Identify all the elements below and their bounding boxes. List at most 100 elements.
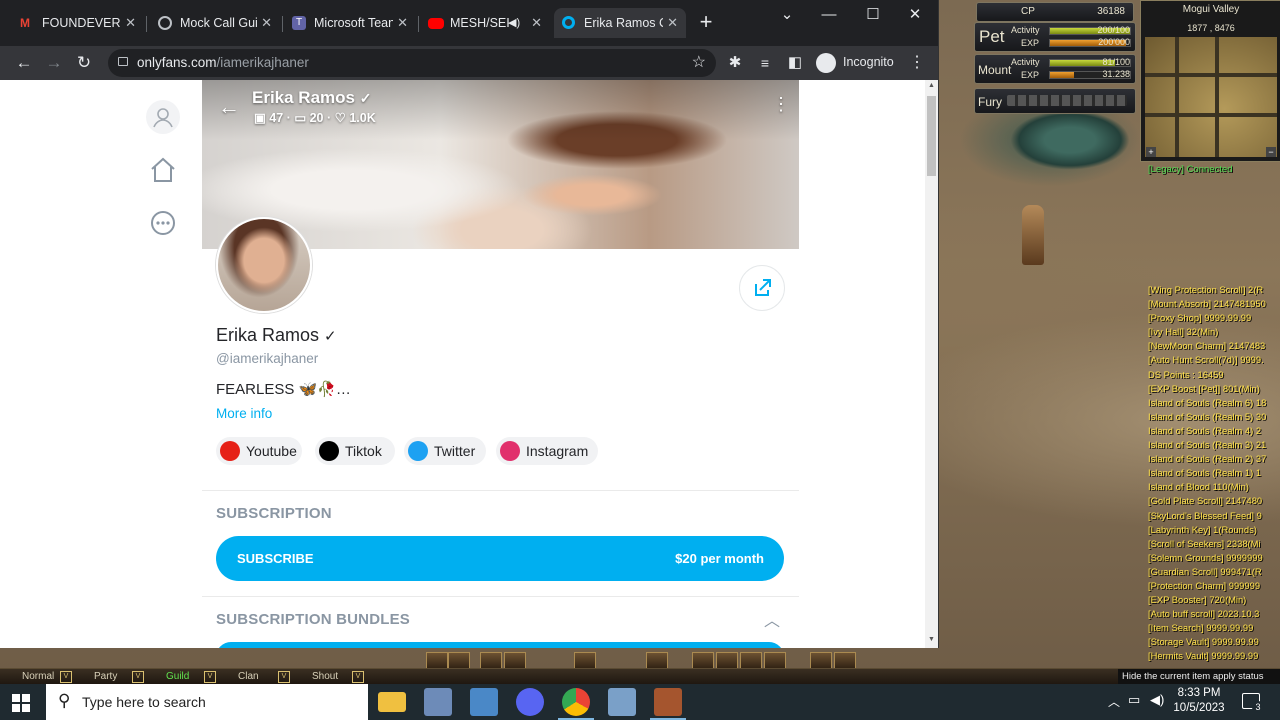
pet-panel[interactable]: Pet Activity EXP 200/100 200'000 <box>974 22 1136 52</box>
chat-tab-clan-label: Clan <box>238 671 259 682</box>
app-icon[interactable] <box>424 688 452 716</box>
dropdown-icon[interactable]: V <box>278 671 290 683</box>
close-icon[interactable]: ✕ <box>393 8 408 38</box>
side-panel-icon[interactable]: ◧ <box>784 52 806 74</box>
chrome-icon[interactable] <box>562 688 590 716</box>
chat-tab-normal[interactable]: Normal V <box>0 671 74 683</box>
media-controls-icon[interactable]: ≡ <box>754 52 776 74</box>
app-icon[interactable] <box>470 688 498 716</box>
scroll-down-icon[interactable]: ▼ <box>928 636 935 643</box>
tab-label: Erika Ramos C <box>584 16 669 30</box>
search-icon: ⚲ <box>58 691 71 710</box>
url-text[interactable]: onlyfans.com/iamerikajhaner <box>137 49 309 77</box>
game-icon[interactable] <box>654 688 682 716</box>
log-line: [EXP Boost [Pet]] 801(Min) <box>1148 382 1260 394</box>
profile-handle[interactable]: @iamerikajhaner <box>216 351 318 366</box>
lock-icon[interactable] <box>118 57 128 66</box>
speaker-icon[interactable]: ◀) <box>508 8 520 38</box>
cp-label: CP <box>1021 6 1035 17</box>
chat-tab-clan[interactable]: Clan V <box>216 671 292 683</box>
social-instagram[interactable]: Instagram <box>496 437 598 465</box>
bundle-button[interactable] <box>216 642 784 648</box>
volume-icon[interactable]: ◀) <box>1150 692 1164 708</box>
photos-icon: ▣ <box>254 111 266 125</box>
tab-mock-call[interactable]: Mock Call Gui ✕ <box>150 8 280 38</box>
more-options-icon[interactable] <box>146 206 180 240</box>
tab-label: FOUNDEVER: I <box>42 16 131 30</box>
item-status-log: [Wing Protection Scroll] 2(R [Mount Absor… <box>1148 283 1280 664</box>
bundles-heading[interactable]: SUBSCRIPTION BUNDLES <box>216 611 410 628</box>
taskbar-search[interactable]: ⚲ Type here to search <box>46 684 368 720</box>
start-button[interactable] <box>12 694 30 712</box>
tray-chevron-icon[interactable]: ︿ <box>1108 693 1120 710</box>
tab-erika-ramos[interactable]: Erika Ramos C ✕ <box>554 8 686 38</box>
discord-icon[interactable] <box>516 688 544 716</box>
chat-tab-guild[interactable]: Guild V <box>144 671 218 683</box>
reload-button[interactable]: ↻ <box>73 52 95 74</box>
chat-tab-shout[interactable]: Shout V <box>290 671 366 683</box>
tab-search-icon[interactable]: ⌄ <box>774 6 800 24</box>
social-label: Twitter <box>434 443 476 459</box>
tab-mesh[interactable]: MESH/SEI ◀) ✕ <box>420 8 550 38</box>
tab-teams[interactable]: T Microsoft Tean ✕ <box>284 8 416 38</box>
close-icon[interactable]: ✕ <box>257 8 272 38</box>
verified-icon: ✓ <box>324 328 337 345</box>
back-button[interactable]: ← <box>13 52 35 74</box>
log-line: Island of Souls (Realm 1) 1 <box>1148 467 1262 479</box>
tab-foundever[interactable]: M FOUNDEVER: I ✕ <box>12 8 144 38</box>
social-youtube[interactable]: Youtube <box>216 437 302 465</box>
chat-tab-shout-label: Shout <box>312 671 339 682</box>
dropdown-icon[interactable]: V <box>352 671 364 683</box>
player-character <box>1022 205 1044 265</box>
cover-menu-icon[interactable]: ⋮ <box>772 94 790 115</box>
log-line: [Wing Protection Scroll] 2(R <box>1148 284 1264 295</box>
back-arrow-icon[interactable]: ← <box>218 94 240 120</box>
scroll-up-icon[interactable]: ▲ <box>928 82 935 89</box>
log-line: [Item Search] 9999.99.99 <box>1148 622 1254 634</box>
mount-panel[interactable]: Mount Activity EXP 81/100 31.238 <box>974 54 1136 84</box>
log-line: DS Points : 16459 <box>1148 368 1224 380</box>
new-tab-button[interactable]: + <box>694 10 718 34</box>
network-icon[interactable]: ▭ <box>1128 692 1140 708</box>
chat-tab-party[interactable]: Party V <box>72 671 146 683</box>
scrollbar[interactable]: ▲ ▼ <box>925 80 938 648</box>
app-icon[interactable] <box>608 688 636 716</box>
minimap[interactable]: Mogui Valley 1877 , 8476 + − <box>1140 0 1280 162</box>
scrollbar-thumb[interactable] <box>927 96 936 176</box>
extensions-icon[interactable]: ✱ <box>724 52 746 74</box>
forward-button[interactable]: → <box>43 52 65 74</box>
address-bar[interactable]: onlyfans.com/iamerikajhaner ☆ <box>108 49 716 77</box>
maximize-button[interactable]: ☐ <box>860 6 886 24</box>
log-line: [NewMoon Charm] 2147483 <box>1148 340 1266 352</box>
social-tiktok[interactable]: Tiktok <box>315 437 395 465</box>
subscribe-price: $20 per month <box>675 551 764 566</box>
dropdown-icon[interactable]: V <box>60 671 72 683</box>
file-explorer-icon[interactable] <box>378 692 406 712</box>
more-info-link[interactable]: More info <box>216 406 272 421</box>
close-window-button[interactable]: ✕ <box>902 6 928 24</box>
profile-icon[interactable] <box>146 100 180 134</box>
zoom-out-icon[interactable]: − <box>1266 147 1276 157</box>
subscribe-button[interactable]: SUBSCRIBE $20 per month <box>216 536 784 581</box>
zoom-in-icon[interactable]: + <box>1146 147 1156 157</box>
subscribe-label: SUBSCRIBE <box>237 551 314 566</box>
clock[interactable]: 8:33 PM 10/5/2023 <box>1170 686 1228 716</box>
pet-exp-bar: 200'000 <box>1049 37 1131 47</box>
close-icon[interactable]: ✕ <box>121 8 136 38</box>
dropdown-icon[interactable]: V <box>204 671 216 683</box>
close-icon[interactable]: ✕ <box>527 8 542 38</box>
instagram-icon <box>500 441 520 461</box>
social-twitter[interactable]: Twitter <box>404 437 486 465</box>
chevron-up-icon[interactable]: ︿ <box>764 607 780 631</box>
mount-activity-value: 81/100 <box>1102 57 1130 67</box>
share-button[interactable] <box>739 265 785 311</box>
minimize-button[interactable]: — <box>816 6 842 24</box>
menu-icon[interactable]: ⋮ <box>906 52 928 74</box>
cover-stats: ▣ 47 · ▭ 20 · ♡ 1.0K <box>254 111 376 125</box>
bookmark-star-icon[interactable]: ☆ <box>692 52 706 72</box>
home-icon[interactable] <box>146 153 180 187</box>
avatar[interactable] <box>216 217 312 313</box>
close-icon[interactable]: ✕ <box>663 8 678 38</box>
dropdown-icon[interactable]: V <box>132 671 144 683</box>
minimap-view[interactable] <box>1145 37 1277 157</box>
